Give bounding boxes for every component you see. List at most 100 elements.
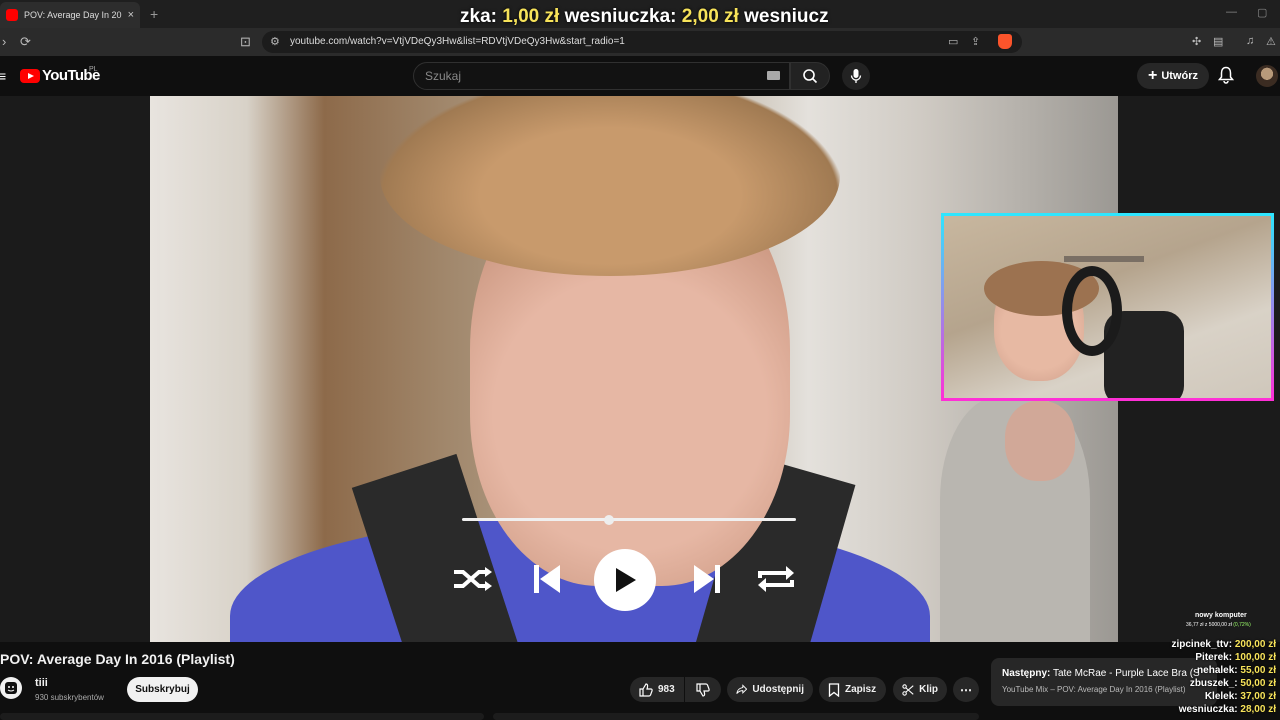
create-label: Utwórz [1161, 70, 1198, 82]
next-up-prefix: Następny: [1002, 668, 1051, 679]
video-title: POV: Average Day In 2016 (Playlist) [0, 651, 235, 667]
site-settings-icon[interactable]: ⚙ [270, 35, 280, 48]
channel-avatar[interactable] [0, 677, 22, 699]
save-button[interactable]: Zapisz [819, 677, 886, 702]
shuffle-icon [454, 567, 492, 591]
vlogger-hair [380, 96, 840, 276]
url-text[interactable]: youtube.com/watch?v=VtjVDeQy3Hw&list=RDV… [290, 36, 625, 47]
share-button[interactable]: Udostępnij [727, 677, 813, 702]
menu-icon[interactable]: ≡ [0, 68, 6, 84]
sidebar-icon[interactable]: ▤ [1213, 35, 1223, 48]
bookmark-icon[interactable]: ⊡ [240, 34, 251, 50]
smiley-icon [5, 682, 17, 694]
channel-name[interactable]: tiii [35, 677, 48, 689]
voice-search-button[interactable] [842, 62, 870, 90]
dislike-button[interactable] [685, 677, 721, 702]
search-placeholder: Szukaj [425, 69, 462, 83]
donor-amount: 55,00 zł [1240, 665, 1276, 676]
search-input[interactable] [413, 62, 790, 90]
thumbs-up-icon [639, 682, 653, 697]
share-label: Udostępnij [752, 684, 804, 695]
extensions-icon[interactable]: ✣ [1192, 35, 1201, 48]
notifications-bell-icon[interactable] [1218, 66, 1234, 84]
save-label: Zapisz [845, 684, 877, 695]
like-button[interactable]: 983 [630, 677, 684, 702]
ticker-name: wesniuczka: [564, 6, 677, 27]
subscriber-count: 930 subskrybentów [35, 693, 104, 702]
donor-amount: 50,00 zł [1240, 678, 1276, 689]
donation-ticker: zka: 1,00 zł wesniuczka: 2,00 zł wesniuc… [460, 6, 829, 28]
seek-knob[interactable] [603, 515, 614, 525]
browser-tab[interactable]: POV: Average Day In 2016 (Pl × [0, 2, 140, 28]
media-icon[interactable]: ♫ [1246, 35, 1254, 47]
share-icon[interactable]: ⇪ [971, 35, 980, 48]
play-icon [616, 568, 636, 592]
seek-bar[interactable] [462, 518, 796, 521]
previous-button[interactable] [523, 556, 571, 602]
donor-row: Piterek: 100,00 zł [1195, 652, 1276, 663]
next-up-card[interactable] [991, 658, 1217, 706]
donor-name: wesniuczka: [1178, 704, 1238, 715]
tab-title: POV: Average Day In 2016 (Pl [24, 10, 122, 20]
youtube-favicon-icon [6, 9, 18, 21]
next-up-label[interactable]: Następny: Tate McRae - Purple Lace Bra (… [1002, 668, 1200, 679]
headphones [1062, 266, 1122, 356]
share-arrow-icon [736, 684, 748, 694]
create-button[interactable]: + Utwórz [1137, 63, 1209, 89]
keyboard-icon[interactable] [767, 71, 780, 80]
donor-row: zipcinek_ttv: 200,00 zł [1171, 639, 1276, 650]
minimize-icon[interactable]: — [1226, 6, 1237, 18]
next-up-playlist: YouTube Mix – POV: Average Day In 2016 (… [1002, 685, 1186, 694]
maximize-icon[interactable]: ▢ [1257, 6, 1267, 19]
brave-shields-icon[interactable] [998, 34, 1012, 49]
wallet-icon[interactable]: ⚠ [1266, 35, 1276, 48]
scissors-icon [902, 683, 914, 696]
account-avatar[interactable] [1256, 65, 1278, 87]
mic-icon [850, 69, 862, 83]
forward-icon[interactable]: › [2, 34, 6, 49]
donor-amount: 200,00 zł [1234, 639, 1276, 650]
comments-box-edge [493, 713, 979, 720]
background-person-head [1005, 401, 1075, 481]
donor-name: Klelek: [1204, 691, 1238, 702]
subscribe-button[interactable]: Subskrybuj [127, 677, 198, 702]
repeat-button[interactable] [752, 556, 800, 602]
search-button[interactable] [790, 62, 830, 90]
reload-icon[interactable]: ⟳ [20, 34, 31, 50]
next-button[interactable] [683, 556, 731, 602]
more-actions-button[interactable]: ⋯ [953, 677, 979, 702]
donor-amount: 37,00 zł [1240, 691, 1276, 702]
ticker-name: zka: [460, 6, 497, 27]
donor-row: wesniuczka: 28,00 zł [1179, 704, 1276, 715]
youtube-logo-icon[interactable] [20, 69, 40, 83]
donor-name: zipcinek_ttv: [1171, 639, 1233, 650]
donor-row: zbuszek_: 50,00 zł [1190, 678, 1276, 689]
cast-icon[interactable]: ▭ [948, 35, 958, 48]
search-icon [803, 69, 818, 84]
next-up-title: Tate McRae - Purple Lace Bra (S [1052, 668, 1200, 679]
donor-name: zbuszek_: [1189, 678, 1238, 689]
new-tab-button[interactable]: + [150, 6, 158, 22]
donation-goal-amounts: 36,77 zł z 5000,00 zł [1186, 622, 1232, 628]
donation-goal-progress: 36,77 zł z 5000,00 zł (0,72%) [1186, 622, 1251, 628]
shuffle-button[interactable] [449, 556, 497, 602]
streamer-webcam [941, 213, 1274, 401]
ticker-name: wesniucz [744, 6, 829, 27]
donor-row: nehalek: 55,00 zł [1197, 665, 1276, 676]
play-button[interactable] [594, 549, 656, 611]
region-code: PL [89, 66, 98, 73]
previous-icon [534, 565, 560, 593]
clip-label: Klip [919, 684, 938, 695]
clip-button[interactable]: Klip [893, 677, 947, 702]
repeat-icon [758, 566, 794, 592]
plus-icon: + [1147, 67, 1158, 84]
description-box-edge [0, 713, 484, 720]
donor-amount: 28,00 zł [1240, 704, 1276, 715]
donation-goal-title: nowy komputer [1195, 612, 1247, 619]
browser-address-bar: › ⟳ ⊡ [0, 28, 1280, 56]
tab-close-button[interactable]: × [128, 9, 134, 21]
next-icon [694, 565, 720, 593]
donor-amount: 100,00 zł [1234, 652, 1276, 663]
donor-row: Klelek: 37,00 zł [1205, 691, 1276, 702]
donor-name: nehalek: [1197, 665, 1238, 676]
